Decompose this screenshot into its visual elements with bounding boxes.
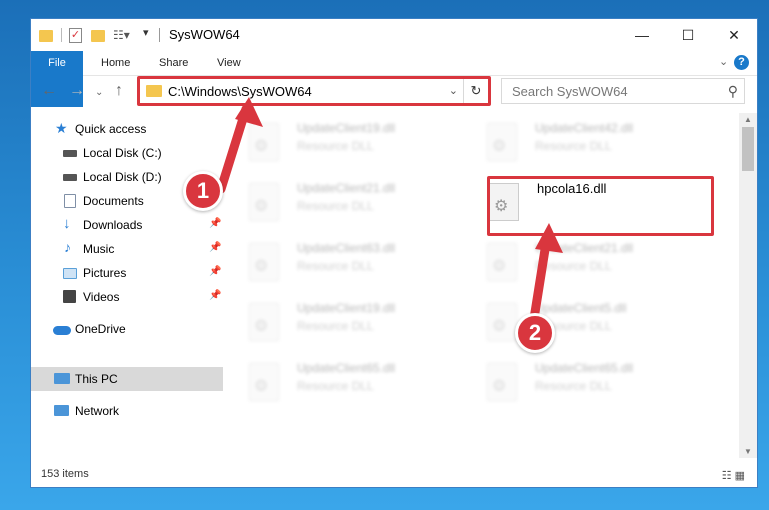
status-bar: 153 items ☷ ▦: [31, 463, 757, 487]
gear-icon: ⚙: [254, 258, 269, 275]
up-button[interactable]: ↑: [115, 83, 123, 99]
cloud-icon: [53, 326, 71, 335]
file-type: Resource DLL: [535, 379, 612, 393]
music-icon: ♪: [64, 239, 71, 255]
sidebar-item-label: This PC: [75, 372, 118, 386]
file-name: UpdateClient63.dll: [297, 241, 396, 255]
sidebar-item-network[interactable]: Network: [31, 399, 223, 423]
file-type: Resource DLL: [535, 139, 612, 153]
sidebar-item-label: Documents: [83, 194, 144, 208]
close-button[interactable]: ✕: [711, 19, 757, 51]
explorer-window: ✓ ☷▾ ▾ SysWOW64 — ☐ ✕ File Home Share Vi…: [30, 18, 758, 488]
toolbar-divider: [61, 28, 62, 42]
videos-icon: [63, 290, 76, 303]
sidebar-item-label: OneDrive: [75, 322, 126, 336]
ribbon-tabs: File Home Share View ⌄: [31, 51, 757, 107]
sidebar-item-label: Network: [75, 404, 120, 418]
back-button[interactable]: ←: [41, 83, 57, 99]
scroll-up-icon[interactable]: ▲: [739, 115, 757, 124]
forward-button[interactable]: →: [69, 83, 85, 99]
list-item[interactable]: ⚙ UpdateClient19.dll Resource DLL: [227, 297, 457, 353]
file-name: UpdateClient19.dll: [297, 121, 396, 135]
tab-share[interactable]: Share: [159, 51, 188, 75]
title-divider: [159, 28, 160, 42]
pin-icon[interactable]: 📌: [209, 242, 221, 253]
gear-icon: ⚙: [254, 198, 269, 215]
search-icon[interactable]: ⚲: [728, 83, 738, 100]
sidebar-item-label: Quick access: [75, 122, 147, 136]
sidebar-item-label: Music: [83, 242, 115, 256]
file-name: UpdateClient21.dll: [297, 181, 396, 195]
search-box[interactable]: Search SysWOW64 ⚲: [501, 78, 745, 104]
sidebar-item-label: Videos: [83, 290, 120, 304]
customize-toolbar-icon[interactable]: ☷▾: [113, 28, 130, 44]
sidebar-item-label: Downloads: [83, 218, 143, 232]
file-type: Resource DLL: [297, 319, 374, 333]
step-1-badge: 1: [183, 171, 223, 211]
properties-icon[interactable]: ✓: [69, 28, 82, 43]
file-name: UpdateClient65.dll: [297, 361, 396, 375]
file-name: UpdateClient42.dll: [535, 121, 634, 135]
window-title: SysWOW64: [169, 27, 240, 42]
list-item[interactable]: ⚙ UpdateClient65.dll Resource DLL: [227, 357, 457, 413]
download-icon: ↓: [63, 215, 71, 232]
file-name: UpdateClient19.dll: [297, 301, 396, 315]
list-item[interactable]: ⚙ UpdateClient42.dll Resource DLL: [465, 117, 695, 173]
network-icon: [54, 405, 69, 416]
sidebar-item-pictures[interactable]: Pictures 📌: [31, 261, 223, 285]
new-folder-icon[interactable]: [91, 30, 105, 42]
sidebar-item-downloads[interactable]: ↓ Downloads 📌: [31, 213, 223, 237]
sidebar-item-videos[interactable]: Videos 📌: [31, 285, 223, 309]
sidebar-item-label: Local Disk (C:): [83, 146, 162, 160]
sidebar-item-label: Local Disk (D:): [83, 170, 162, 184]
pictures-icon: [63, 268, 77, 279]
gear-icon: ⚙: [492, 138, 507, 155]
maximize-button[interactable]: ☐: [665, 19, 711, 51]
file-type: Resource DLL: [297, 259, 374, 273]
quick-access-dropdown-icon[interactable]: ▾: [143, 26, 149, 42]
documents-icon: [64, 194, 76, 208]
list-item[interactable]: ⚙ UpdateClient63.dll Resource DLL: [227, 237, 457, 293]
tab-home[interactable]: Home: [101, 51, 130, 75]
file-type: Resource DLL: [297, 139, 374, 153]
title-bar: ✓ ☷▾ ▾ SysWOW64 — ☐ ✕: [31, 19, 757, 51]
gear-icon: ⚙: [492, 378, 507, 395]
pin-icon[interactable]: 📌: [209, 266, 221, 277]
gear-icon: ⚙: [254, 378, 269, 395]
scroll-down-icon[interactable]: ▼: [739, 447, 757, 456]
minimize-button[interactable]: —: [619, 19, 665, 51]
file-type: Resource DLL: [297, 199, 374, 213]
gear-icon: ⚙: [492, 318, 507, 335]
step-2-badge: 2: [515, 313, 555, 353]
star-icon: ★: [55, 120, 68, 136]
search-placeholder[interactable]: Search SysWOW64: [512, 84, 628, 99]
expand-ribbon-icon[interactable]: ⌄: [719, 55, 728, 68]
gear-icon: ⚙: [254, 318, 269, 335]
sidebar-item-this-pc[interactable]: This PC: [31, 367, 223, 391]
gear-icon: ⚙: [492, 258, 507, 275]
drive-icon: [63, 174, 77, 181]
recent-locations-icon[interactable]: ⌄: [95, 85, 103, 101]
pin-icon[interactable]: 📌: [209, 290, 221, 301]
help-icon[interactable]: ?: [734, 55, 749, 70]
folder-icon: [39, 30, 53, 42]
file-type: Resource DLL: [297, 379, 374, 393]
computer-icon: [54, 373, 70, 384]
pin-icon[interactable]: 📌: [209, 218, 221, 229]
sidebar-item-onedrive[interactable]: OneDrive: [31, 317, 223, 341]
view-toggle-icons[interactable]: ☷ ▦: [722, 469, 745, 482]
drive-icon: [63, 150, 77, 157]
item-count: 153 items: [41, 468, 89, 480]
tab-view[interactable]: View: [217, 51, 241, 75]
scroll-thumb[interactable]: [742, 127, 754, 171]
list-item[interactable]: ⚙ UpdateClient65.dll Resource DLL: [465, 357, 695, 413]
sidebar-item-music[interactable]: ♪ Music 📌: [31, 237, 223, 261]
file-name: UpdateClient65.dll: [535, 361, 634, 375]
file-list: ⚙ UpdateClient19.dll Resource DLL ⚙ Upda…: [227, 113, 739, 458]
sidebar-item-label: Pictures: [83, 266, 127, 280]
vertical-scrollbar[interactable]: ▲ ▼: [739, 113, 757, 458]
